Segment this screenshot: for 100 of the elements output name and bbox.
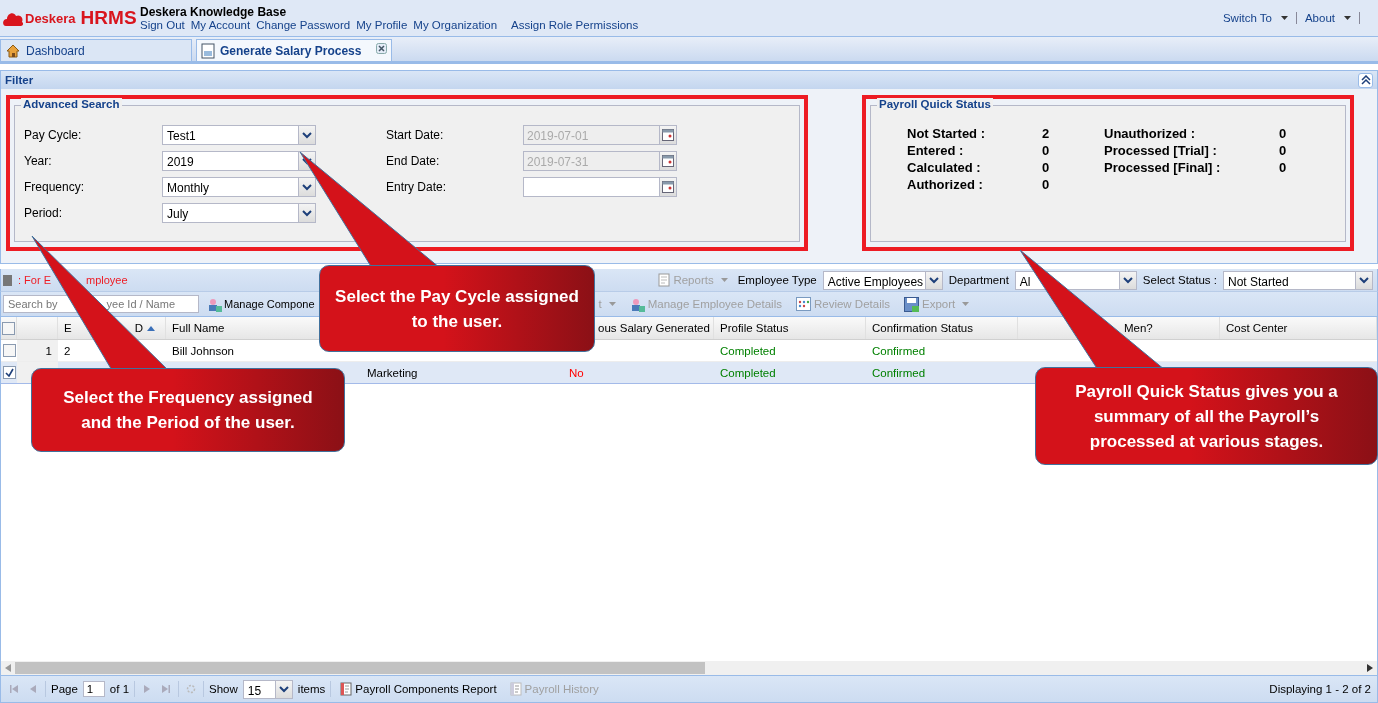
field-label: Frequency: <box>24 180 86 194</box>
dropdown[interactable]: July <box>162 203 316 223</box>
previous-page-icon <box>28 684 38 694</box>
header-link[interactable]: My Organization <box>413 19 498 31</box>
checkmark-icon <box>4 368 14 377</box>
tab[interactable]: Generate Salary Process <box>196 39 392 61</box>
column-header[interactable]: ous Salary Generated <box>598 322 710 334</box>
status-label: Calculated : <box>907 160 982 175</box>
header-link[interactable]: My Account <box>190 19 251 31</box>
dropdown[interactable]: Active Employees <box>822 270 943 290</box>
status-count: 0 <box>1279 160 1288 175</box>
table-cell: 2 <box>64 344 71 357</box>
header-link[interactable]: My Profile <box>356 19 408 31</box>
page-number-field[interactable]: 1 <box>82 681 105 697</box>
field-label: Year: <box>24 154 53 168</box>
menu-link[interactable]: Switch To <box>1222 12 1288 24</box>
product-name: HRMS <box>80 7 137 29</box>
header-link[interactable]: Sign Out <box>140 19 185 31</box>
dropdown[interactable]: Test1 <box>162 125 316 145</box>
status-label: Authorized : <box>907 177 984 192</box>
table-cell: Bill Johnson <box>172 344 234 357</box>
filter-label: Select Status : <box>1142 274 1217 286</box>
status-count: 0 <box>1042 177 1051 192</box>
status-count: 0 <box>1279 143 1288 158</box>
site-title: Deskera Knowledge Base <box>140 5 288 19</box>
filter-label: Department <box>948 274 1009 286</box>
table-cell: No <box>569 366 584 379</box>
house-icon <box>5 42 21 59</box>
fieldset-legend: Advanced Search <box>21 98 122 110</box>
dropdown[interactable]: Monthly <box>162 177 316 197</box>
field-label: Period: <box>24 206 64 220</box>
caret-icon <box>608 302 616 306</box>
column-header[interactable]: E D <box>64 322 155 334</box>
report-icon <box>509 682 522 696</box>
page-size-dropdown[interactable]: 15 <box>242 679 293 699</box>
table-cell: Confirmed <box>872 366 926 379</box>
status-label: Not Started : <box>907 126 986 141</box>
sort-ascending-icon <box>147 325 155 331</box>
panel-title: Filter <box>5 74 34 86</box>
grid-icon <box>795 296 811 312</box>
square-icon <box>3 274 12 286</box>
header-link[interactable]: Change Password <box>256 19 351 31</box>
toolbar-button[interactable]: Manage Compone <box>205 296 317 312</box>
pager-button[interactable] <box>7 682 21 696</box>
caret-icon <box>962 302 970 306</box>
status-count: 0 <box>1279 126 1288 141</box>
pager-label: of 1 <box>109 683 130 695</box>
callout: Select the Pay Cycle assigned to the user. <box>319 265 595 352</box>
document-icon <box>201 42 215 59</box>
filter-label: Employee Type <box>737 274 817 286</box>
caret-icon <box>1344 16 1351 20</box>
table-cell: Completed <box>720 344 776 357</box>
status-label: Processed [Trial] : <box>1104 143 1218 158</box>
pager-summary: Displaying 1 - 2 of 2 <box>1269 683 1371 695</box>
double-chevron-icon <box>1360 75 1371 85</box>
people-icon <box>629 296 645 312</box>
status-count: 0 <box>1042 143 1051 158</box>
close-icon <box>376 43 387 54</box>
header-link[interactable]: Assign Role Permissions <box>511 19 639 31</box>
grid-title: mployee <box>86 274 128 286</box>
field-label: Pay Cycle: <box>24 128 83 142</box>
callout: Select the Frequency assigned and the Period of the user. <box>31 368 345 452</box>
status-label: Unauthorized : <box>1104 126 1196 141</box>
checkbox[interactable] <box>2 344 16 357</box>
tab[interactable]: Dashboard <box>0 39 192 61</box>
caret-icon <box>1280 16 1288 20</box>
status-label: Processed [Final] : <box>1104 160 1222 175</box>
field-label: Start Date: <box>386 128 445 142</box>
calendar-icon <box>662 129 674 141</box>
checkbox[interactable] <box>2 321 15 335</box>
column-header[interactable]: Confirmation Status <box>872 322 973 334</box>
status-count: 0 <box>1042 160 1051 175</box>
column-header[interactable]: Cost Center <box>1226 322 1288 334</box>
caret-icon <box>720 278 728 282</box>
horizontal-scrollbar[interactable] <box>1 661 1377 675</box>
refresh-icon <box>186 684 197 694</box>
column-header[interactable]: Profile Status <box>720 322 789 334</box>
report-icon <box>340 682 353 696</box>
row-number: 1 <box>17 340 58 361</box>
calendar-icon <box>662 181 674 193</box>
checkbox[interactable] <box>2 366 16 379</box>
scrollbar-thumb[interactable] <box>15 662 705 674</box>
callout: Payroll Quick Status gives you a summary of all the Payroll’s processed at various stages. <box>1035 367 1378 465</box>
pager-label: Show <box>209 683 238 695</box>
column-header[interactable]: Men? <box>1124 322 1153 334</box>
first-page-icon <box>9 684 19 694</box>
collapse-button[interactable] <box>1358 72 1373 88</box>
status-label: Entered : <box>907 143 965 158</box>
report-button[interactable]: Payroll Components Report <box>336 682 501 696</box>
logo-text: Deskera <box>25 10 76 26</box>
left-arrow-icon <box>5 664 11 672</box>
dropdown[interactable]: Not Started <box>1223 270 1373 290</box>
date-field[interactable] <box>523 177 677 197</box>
table-cell: Marketing <box>367 366 418 379</box>
calendar-icon <box>662 155 674 167</box>
status-count: 2 <box>1042 126 1051 141</box>
column-header[interactable]: Full Name <box>172 322 225 334</box>
field-label: Entry Date: <box>386 180 448 194</box>
table-cell: Confirmed <box>872 344 926 357</box>
menu-link[interactable]: About <box>1304 12 1351 24</box>
